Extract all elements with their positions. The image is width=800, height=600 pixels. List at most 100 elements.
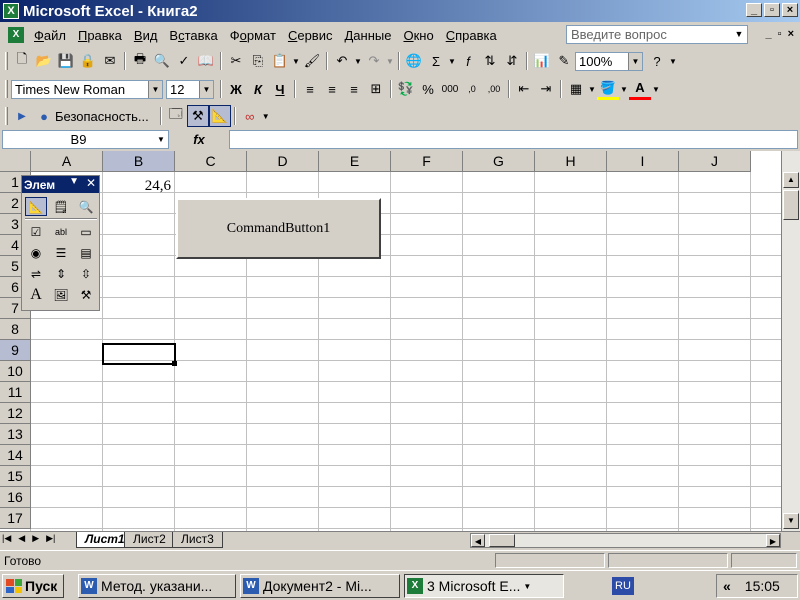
underline-button[interactable]: Ч: [269, 78, 291, 100]
autosum-icon[interactable]: Σ: [425, 50, 447, 72]
design-mode-toggle-icon[interactable]: 📐: [208, 105, 231, 127]
taskbar-button-method[interactable]: W Метод. указани...: [78, 574, 236, 598]
zoom-dropdown-icon[interactable]: ▼: [628, 52, 642, 70]
option-button-icon[interactable]: ◉: [25, 243, 47, 262]
help-dropdown-icon[interactable]: ▼: [732, 26, 746, 42]
name-box-dropdown-icon[interactable]: ▼: [154, 131, 168, 148]
borders-icon[interactable]: ▦: [565, 78, 587, 100]
scrollbar-icon[interactable]: ⇳: [75, 264, 97, 283]
bold-button[interactable]: Ж: [225, 78, 247, 100]
cut-icon[interactable]: ✂: [225, 50, 247, 72]
combobox-icon[interactable]: ▤: [75, 243, 97, 262]
more-controls-icon[interactable]: ⚒: [75, 285, 97, 304]
toolbar-options-icon[interactable]: ▼: [261, 105, 271, 127]
worksheet-grid[interactable]: ABCDEFGHIJ 1 2 3 4 5 6 7 8 9 10 11 12 13 14 15 16 17 24,…: [0, 151, 781, 531]
toolbar-grip[interactable]: [5, 52, 8, 70]
merge-center-icon[interactable]: ⊞: [365, 78, 387, 100]
minimize-button[interactable]: _: [746, 3, 762, 17]
drawing-icon[interactable]: ✎: [553, 50, 575, 72]
toolbar-grip[interactable]: [5, 80, 8, 98]
menu-item-0[interactable]: Файл: [28, 28, 72, 43]
spelling-icon[interactable]: ✓: [173, 50, 195, 72]
redo-icon[interactable]: ↷: [363, 50, 385, 72]
row-header-12[interactable]: 12: [0, 403, 31, 424]
column-header-j[interactable]: J: [679, 151, 751, 172]
workbook-restore-button[interactable]: ▫: [778, 28, 782, 40]
row-header-8[interactable]: 8: [0, 319, 31, 340]
vertical-scrollbar[interactable]: ▲ ▼: [781, 151, 800, 531]
workbook-close-button[interactable]: ×: [788, 28, 794, 40]
scroll-down-icon[interactable]: ▼: [783, 513, 799, 529]
font-color-dropdown-icon[interactable]: ▼: [651, 78, 661, 100]
menu-item-3[interactable]: Вставка: [163, 28, 223, 43]
view-code-icon[interactable]: 🔍: [75, 197, 97, 216]
font-color-icon[interactable]: A: [629, 78, 651, 100]
toolbox-close-icon[interactable]: ✕: [86, 176, 96, 190]
row-header-9[interactable]: 9: [0, 340, 31, 361]
first-sheet-icon[interactable]: |◀: [2, 533, 11, 544]
listbox-icon[interactable]: ☰: [50, 243, 72, 262]
insert-function-button[interactable]: fx: [169, 132, 229, 147]
help-search-input[interactable]: Введите вопрос: [566, 25, 748, 44]
workbook-minimize-button[interactable]: _: [766, 28, 772, 40]
row-header-14[interactable]: 14: [0, 445, 31, 466]
taskbar-group-dropdown-icon[interactable]: ▼: [523, 582, 531, 591]
redo-dropdown-icon[interactable]: ▼: [385, 50, 395, 72]
column-header-g[interactable]: G: [463, 151, 535, 172]
menu-item-4[interactable]: Формат: [224, 28, 282, 43]
formula-input[interactable]: [229, 130, 798, 149]
comma-style-icon[interactable]: 000: [439, 78, 461, 100]
spin-button-icon[interactable]: ⇕: [50, 264, 72, 283]
paste-dropdown-icon[interactable]: ▼: [291, 50, 301, 72]
command-button-icon[interactable]: ▭: [75, 222, 97, 241]
label-icon[interactable]: A: [25, 285, 47, 304]
horizontal-scroll-thumb[interactable]: [489, 534, 515, 547]
run-macro-icon[interactable]: ▶: [11, 105, 33, 127]
vertical-scroll-thumb[interactable]: [783, 190, 799, 220]
command-button-1[interactable]: CommandButton1: [176, 198, 381, 259]
font-size-select[interactable]: 12 ▼: [166, 79, 214, 99]
prev-sheet-icon[interactable]: ◀: [18, 533, 25, 544]
sort-descending-icon[interactable]: ⇵: [501, 50, 523, 72]
print-preview-icon[interactable]: 🔍: [151, 50, 173, 72]
column-header-f[interactable]: F: [391, 151, 463, 172]
toggle-button-icon[interactable]: ⇌: [25, 264, 47, 283]
column-header-b[interactable]: B: [103, 151, 175, 172]
taskbar-button-excel[interactable]: X 3 Microsoft E... ▼: [404, 574, 564, 598]
last-sheet-icon[interactable]: ▶|: [46, 533, 55, 544]
decrease-decimal-icon[interactable]: ,00: [483, 78, 505, 100]
menu-item-8[interactable]: Справка: [440, 28, 503, 43]
cell-b1[interactable]: 24,6: [103, 178, 171, 195]
toolbox-options-icon[interactable]: ▼: [69, 176, 79, 187]
workbook-icon[interactable]: X: [8, 27, 24, 43]
menu-item-7[interactable]: Окно: [397, 28, 439, 43]
fill-color-dropdown-icon[interactable]: ▼: [619, 78, 629, 100]
undo-dropdown-icon[interactable]: ▼: [353, 50, 363, 72]
help-dropdown-arrow-icon[interactable]: ▼: [668, 50, 678, 72]
menu-item-5[interactable]: Сервис: [282, 28, 339, 43]
row-header-13[interactable]: 13: [0, 424, 31, 445]
select-all-corner[interactable]: [0, 151, 31, 172]
properties-icon[interactable]: 🗒: [50, 197, 72, 216]
autosum-dropdown-icon[interactable]: ▼: [447, 50, 457, 72]
toolbox-title-bar[interactable]: Элем ▼ ✕: [22, 176, 99, 193]
increase-indent-icon[interactable]: ⇥: [535, 78, 557, 100]
restore-button[interactable]: ▫: [764, 3, 780, 17]
sort-ascending-icon[interactable]: ⇅: [479, 50, 501, 72]
align-left-icon[interactable]: ≡: [299, 78, 321, 100]
save-icon[interactable]: 💾: [55, 50, 77, 72]
column-header-i[interactable]: I: [607, 151, 679, 172]
paste-icon[interactable]: 📋: [269, 50, 291, 72]
italic-button[interactable]: К: [247, 78, 269, 100]
microsoft-script-editor-icon[interactable]: ∞: [239, 105, 261, 127]
decrease-indent-icon[interactable]: ⇤: [513, 78, 535, 100]
insert-function-icon[interactable]: f: [457, 50, 479, 72]
copy-icon[interactable]: ⎘: [247, 50, 269, 72]
fill-handle[interactable]: [172, 361, 177, 366]
close-button[interactable]: ×: [782, 3, 798, 17]
start-button[interactable]: Пуск: [2, 574, 64, 598]
record-macro-icon[interactable]: ●: [33, 105, 55, 127]
visual-basic-editor-icon[interactable]: 🗔: [165, 105, 187, 127]
language-indicator[interactable]: RU: [612, 577, 634, 595]
horizontal-scrollbar[interactable]: ◀ ▶: [470, 533, 781, 548]
